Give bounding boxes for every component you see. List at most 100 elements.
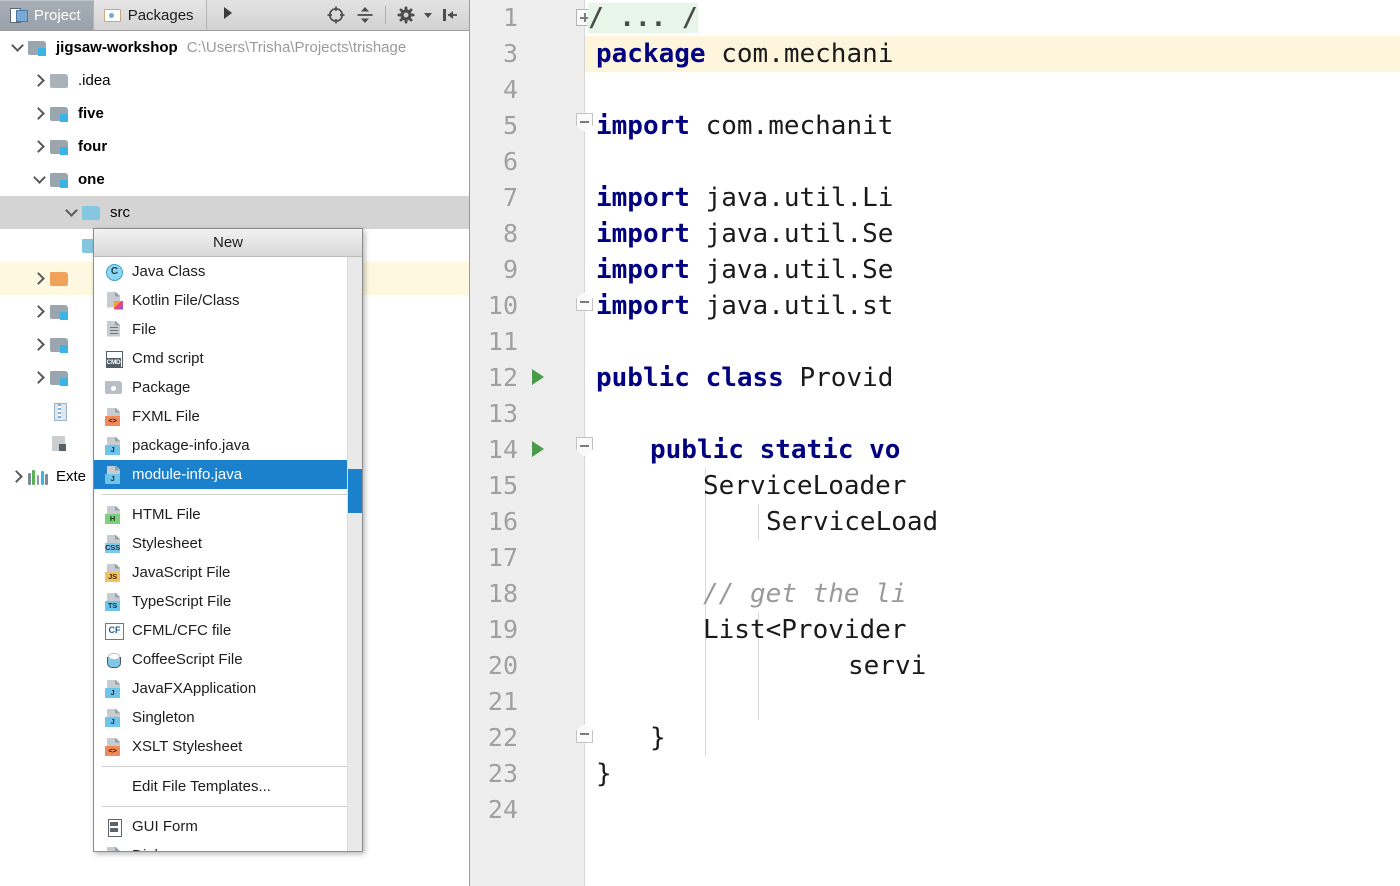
twisty-expanded-icon[interactable] <box>28 169 50 191</box>
twisty-collapsed-icon[interactable] <box>28 103 50 125</box>
code-editor[interactable]: 1 3 4 5 6 7 8 9 10 11 12 13 14 15 16 17 … <box>470 0 1400 886</box>
hide-panel-icon[interactable] <box>437 2 463 28</box>
keyword: import <box>596 219 690 249</box>
line-number: 8 <box>502 219 518 248</box>
target-icon-svg <box>327 6 345 24</box>
menu-item-gui-form[interactable]: GUI Form <box>94 812 362 841</box>
menu-item-label: Kotlin File/Class <box>132 292 240 309</box>
settings-gear-icon[interactable] <box>393 2 419 28</box>
menu-item-file[interactable]: File <box>94 315 362 344</box>
menu-scrollbar[interactable] <box>347 257 362 851</box>
twisty-collapsed-icon[interactable] <box>28 301 50 323</box>
expand-arrow-icon[interactable] <box>215 0 241 26</box>
tool-window-tabbar: Project Packages <box>0 0 469 31</box>
twisty-collapsed-icon[interactable] <box>28 136 50 158</box>
external-libraries-icon <box>28 468 48 485</box>
twisty-collapsed-icon[interactable] <box>6 466 28 488</box>
menu-separator <box>102 494 354 495</box>
run-gutter-icon[interactable] <box>532 441 544 457</box>
tree-row-src[interactable]: src <box>0 196 469 229</box>
line-number: 24 <box>487 795 518 824</box>
code-text: Provid <box>783 363 894 393</box>
line-number: 9 <box>502 255 518 284</box>
collapse-all-icon[interactable] <box>352 2 378 28</box>
twisty-collapsed-icon[interactable] <box>28 70 50 92</box>
menu-item-package[interactable]: Package <box>94 373 362 402</box>
menu-item-cmd-script[interactable]: CMD Cmd script <box>94 344 362 373</box>
twisty-collapsed-icon[interactable] <box>28 268 50 290</box>
menu-item-label: Cmd script <box>132 350 204 367</box>
menu-item-kotlin-file-class[interactable]: Kotlin File/Class <box>94 286 362 315</box>
project-icon <box>10 7 28 23</box>
line-number: 6 <box>502 147 518 176</box>
indent-guide <box>758 504 759 540</box>
locate-target-icon[interactable] <box>323 2 349 28</box>
gear-dropdown-icon[interactable] <box>422 2 434 28</box>
twisty-collapsed-icon[interactable] <box>28 367 50 389</box>
menu-separator <box>102 766 354 767</box>
line-number: 3 <box>502 39 518 68</box>
java-file-icon: J <box>104 709 124 727</box>
code-line-7: import java.util.Li <box>596 180 893 216</box>
line-number: 16 <box>487 507 518 536</box>
tab-packages[interactable]: Packages <box>93 0 207 30</box>
tree-row-one[interactable]: one <box>0 163 469 196</box>
menu-item-fxml-file[interactable]: <> FXML File <box>94 402 362 431</box>
module-folder-icon <box>50 303 70 320</box>
menu-item-label: JavaScript File <box>132 564 231 581</box>
menu-item-label: Edit File Templates... <box>132 778 271 795</box>
ide-window: Project Packages jigsaw-workshop C:\User… <box>0 0 1400 886</box>
line-number: 4 <box>502 75 518 104</box>
kotlin-file-icon <box>104 292 124 310</box>
module-folder-icon <box>28 39 48 56</box>
line-number: 22 <box>487 723 518 752</box>
menu-item-cfml-cfc-file[interactable]: CFML/CFC file <box>94 616 362 645</box>
toolbar-divider <box>385 6 386 24</box>
folded-comment[interactable]: / ... / <box>588 3 698 33</box>
chevron-down-icon <box>424 13 432 18</box>
java-class-icon <box>104 263 124 281</box>
tree-row-idea[interactable]: .idea <box>0 64 469 97</box>
tab-project[interactable]: Project <box>0 0 94 30</box>
line-number: 13 <box>487 399 518 428</box>
menu-scrollbar-thumb[interactable] <box>348 469 362 513</box>
menu-item-html-file[interactable]: H HTML File <box>94 500 362 529</box>
line-number: 23 <box>487 759 518 788</box>
tree-row-four[interactable]: four <box>0 130 469 163</box>
menu-item-javascript-file[interactable]: JS JavaScript File <box>94 558 362 587</box>
menu-item-edit-file-templates[interactable]: Edit File Templates... <box>94 772 362 801</box>
typescript-file-icon: TS <box>104 593 124 611</box>
menu-item-javafxapplication[interactable]: J JavaFXApplication <box>94 674 362 703</box>
html-file-icon: H <box>104 506 124 524</box>
menu-item-package-info-java[interactable]: J package-info.java <box>94 431 362 460</box>
menu-item-module-info-java[interactable]: J module-info.java <box>94 460 362 489</box>
menu-item-label: GUI Form <box>132 818 198 835</box>
code-text: ServiceLoad <box>766 507 939 537</box>
module-folder-icon <box>50 171 70 188</box>
gear-icon-svg <box>397 6 415 24</box>
tree-label: Exte <box>56 468 87 485</box>
menu-item-stylesheet[interactable]: CSS Stylesheet <box>94 529 362 558</box>
menu-item-label: CFML/CFC file <box>132 622 232 639</box>
twisty-collapsed-icon[interactable] <box>28 334 50 356</box>
file-icon <box>104 321 124 339</box>
keyword: import <box>596 183 690 213</box>
comment: // get the li <box>703 579 907 609</box>
source-folder-icon <box>82 204 102 221</box>
twisty-expanded-icon[interactable] <box>6 37 28 59</box>
javascript-file-icon: JS <box>104 564 124 582</box>
tree-row-jigsaw-workshop[interactable]: jigsaw-workshop C:\Users\Trisha\Projects… <box>0 31 469 64</box>
menu-item-coffeescript-file[interactable]: CoffeeScript File <box>94 645 362 674</box>
menu-item-dialog[interactable]: Dialog <box>94 841 362 851</box>
tree-row-five[interactable]: five <box>0 97 469 130</box>
line-number: 7 <box>502 183 518 212</box>
tree-label: jigsaw-workshop <box>56 39 178 56</box>
code-line-3: package com.mechani <box>596 36 893 72</box>
menu-item-singleton[interactable]: J Singleton <box>94 703 362 732</box>
run-gutter-icon[interactable] <box>532 369 544 385</box>
menu-item-xslt-stylesheet[interactable]: <> XSLT Stylesheet <box>94 732 362 761</box>
twisty-expanded-icon[interactable] <box>60 202 82 224</box>
menu-item-typescript-file[interactable]: TS TypeScript File <box>94 587 362 616</box>
menu-item-java-class[interactable]: Java Class <box>94 257 362 286</box>
project-path: C:\Users\Trisha\Projects\trishage <box>186 39 407 56</box>
